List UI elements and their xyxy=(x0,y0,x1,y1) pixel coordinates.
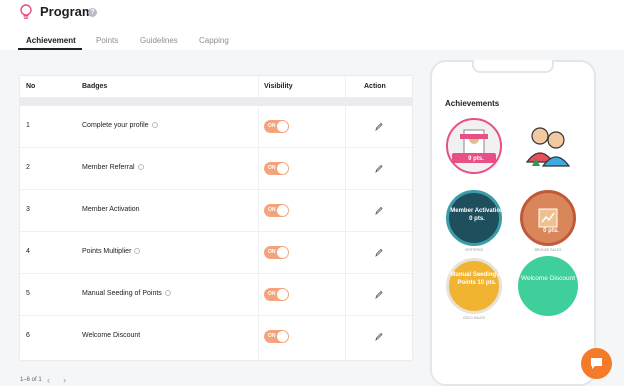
row-number: 4 xyxy=(26,248,30,255)
table-row: 6 Welcome Discount ON xyxy=(20,316,412,358)
visibility-toggle[interactable]: ON xyxy=(264,120,289,133)
chat-button[interactable] xyxy=(581,348,612,379)
page-title: Program xyxy=(40,4,94,19)
badge-label: Member Activation 0 pts. xyxy=(450,208,504,222)
table-row: 4 Points Multiplier ON xyxy=(20,232,412,274)
table-row: 2 Member Referral ON xyxy=(20,148,412,190)
badge-member-activation[interactable]: Member Activation 0 pts. xyxy=(446,190,504,246)
help-icon[interactable]: ? xyxy=(88,8,97,17)
badge-caption: CERTIFIED xyxy=(464,248,484,252)
table-row: 5 Manual Seeding of Points ON xyxy=(20,274,412,316)
tab-points[interactable]: Points xyxy=(96,36,118,45)
badge-label: Welcome Discount xyxy=(520,275,576,282)
badge-complete-profile[interactable]: 9 pts. xyxy=(446,118,502,174)
row-number: 2 xyxy=(26,164,30,171)
phone-preview: Achievements 9 pts. Member Activation 0 … xyxy=(430,60,596,386)
visibility-toggle[interactable]: ON xyxy=(264,246,289,259)
table-row: 3 Member Activation ON xyxy=(20,190,412,232)
tab-capping[interactable]: Capping xyxy=(199,36,229,45)
visibility-toggle[interactable]: ON xyxy=(264,288,289,301)
row-number: 6 xyxy=(26,332,30,339)
badge-points: 0 pts. xyxy=(543,228,559,234)
pagination-range: 1–6 of 1 xyxy=(20,377,42,383)
badge-name: Member Activation xyxy=(82,206,140,213)
badge-points: 9 pts. xyxy=(468,156,484,162)
edit-icon[interactable] xyxy=(375,332,383,341)
tab-achievement[interactable]: Achievement xyxy=(26,36,76,45)
info-icon[interactable] xyxy=(134,248,141,254)
phone-notch xyxy=(472,60,554,73)
next-page-button[interactable]: › xyxy=(63,375,66,385)
visibility-toggle[interactable]: ON xyxy=(264,204,289,217)
people-icon xyxy=(525,127,571,167)
active-tab-indicator xyxy=(18,48,82,50)
edit-icon[interactable] xyxy=(375,248,383,257)
visibility-toggle[interactable]: ON xyxy=(264,162,289,175)
edit-icon[interactable] xyxy=(375,290,383,299)
badge-label: Manual Seeding of Points 10 pts. xyxy=(450,272,504,286)
achievements-title: Achievements xyxy=(445,99,500,108)
info-icon[interactable] xyxy=(151,122,158,128)
table-row: 1 Complete your profile ON xyxy=(20,106,412,148)
row-number: 3 xyxy=(26,206,30,213)
prev-page-button[interactable]: ‹ xyxy=(47,375,50,385)
badge-name: Complete your profile xyxy=(82,122,158,129)
badge-caption: BRONZE SALES xyxy=(534,248,562,252)
edit-icon[interactable] xyxy=(375,164,383,173)
badge-welcome-discount[interactable]: Welcome Discount xyxy=(518,256,578,316)
info-icon[interactable] xyxy=(137,164,144,170)
header-badges: Badges xyxy=(82,83,108,90)
badge-name: Welcome Discount xyxy=(82,332,141,339)
edit-icon[interactable] xyxy=(375,206,383,215)
edit-icon[interactable] xyxy=(375,122,383,131)
top-bar: Program ? Achievement Points Guidelines … xyxy=(0,0,624,50)
visibility-toggle[interactable]: ON xyxy=(264,330,289,343)
badge-caption: GOLD SALES xyxy=(462,316,486,320)
badge-name: Manual Seeding of Points xyxy=(82,290,171,297)
tab-guidelines[interactable]: Guidelines xyxy=(140,36,178,45)
lightbulb-icon xyxy=(20,4,32,19)
badge-name: Member Referral xyxy=(82,164,144,171)
header-visibility: Visibility xyxy=(264,83,293,90)
table-header: No Badges Visibility Action xyxy=(20,76,412,98)
header-no: No xyxy=(26,83,36,90)
table-header-shadow xyxy=(20,98,412,106)
badge-member-referral[interactable] xyxy=(520,118,576,174)
badges-table: No Badges Visibility Action 1 Complete y… xyxy=(20,76,412,360)
badge-manual-seeding[interactable]: Manual Seeding of Points 10 pts. xyxy=(446,258,504,314)
badge-name: Points Multiplier xyxy=(82,248,141,255)
chat-bubble-icon xyxy=(591,358,602,369)
badge-points-multiplier[interactable]: 0 pts. xyxy=(520,190,576,246)
info-icon[interactable] xyxy=(164,290,171,296)
chart-badge-icon xyxy=(538,208,558,228)
header-action: Action xyxy=(364,83,386,90)
row-number: 1 xyxy=(26,122,30,129)
row-number: 5 xyxy=(26,290,30,297)
